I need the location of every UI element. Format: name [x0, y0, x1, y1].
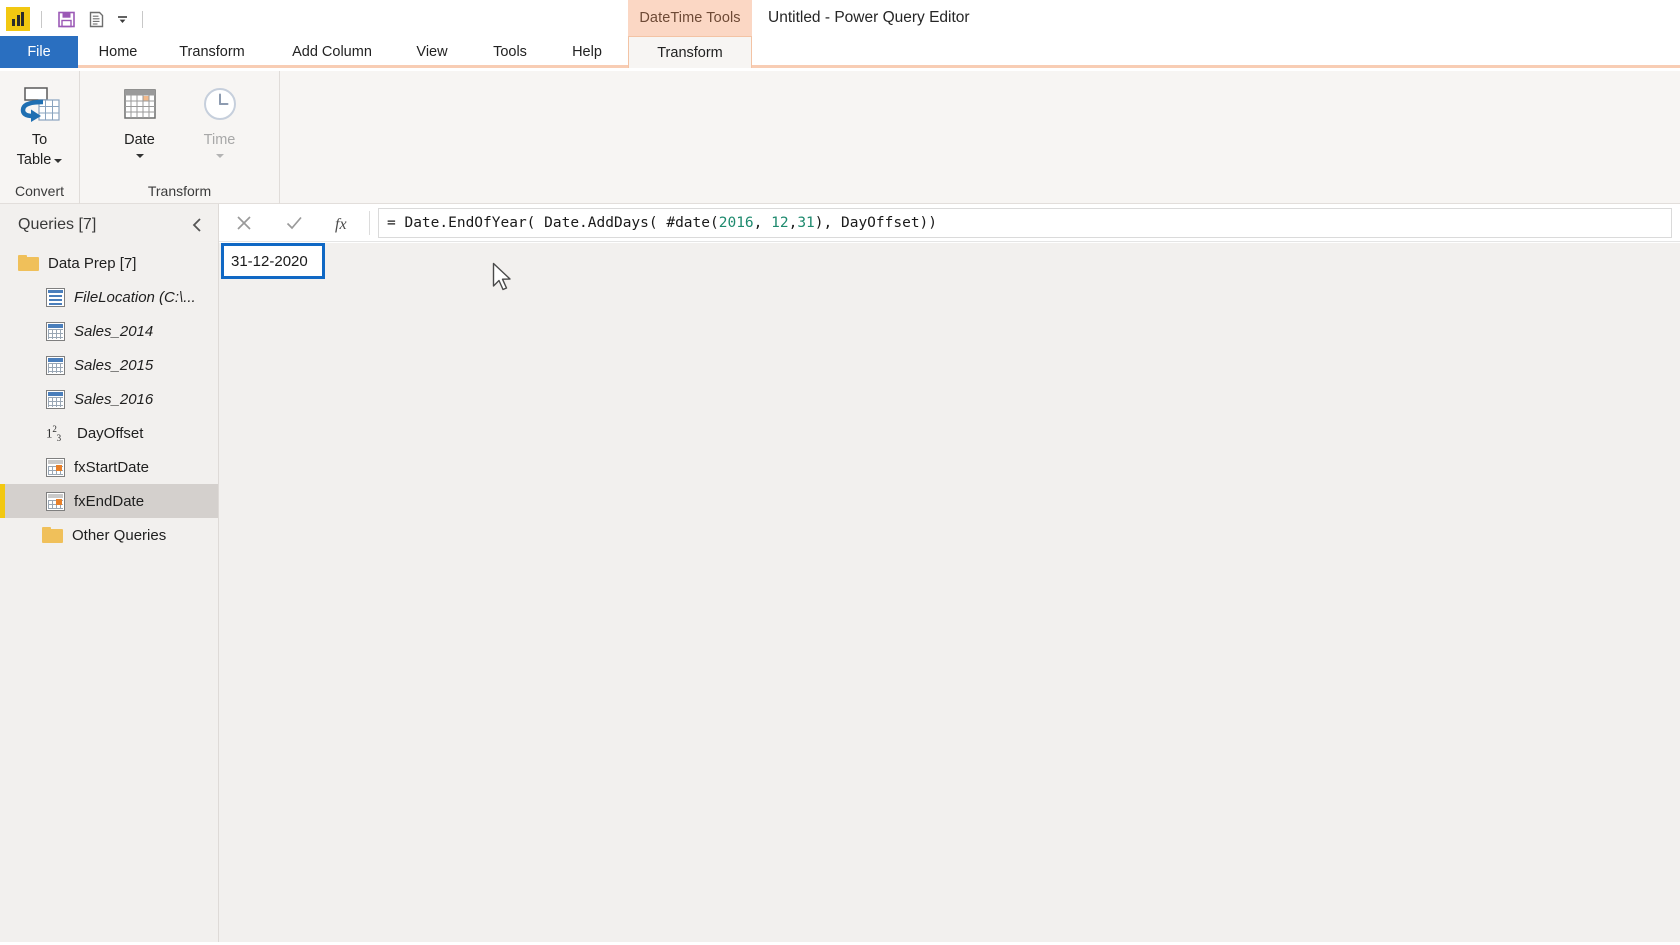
properties-icon[interactable] — [83, 6, 109, 32]
formula-seg-day: 31 — [797, 214, 815, 231]
queries-pane-header: Queries [7] — [0, 204, 218, 246]
ribbon-group-transform: Date Time Transform — [80, 71, 280, 204]
query-item-fxstartdate-label: fxStartDate — [74, 458, 150, 476]
queries-group-data-prep[interactable]: Data Prep [7] — [0, 246, 218, 280]
formula-seg-0: = Date.EndOfYear( Date.AddDays( #date( — [387, 214, 719, 231]
tab-transform[interactable]: Transform — [160, 36, 264, 68]
tab-view[interactable]: View — [400, 36, 464, 68]
tab-file[interactable]: File — [0, 36, 78, 68]
contextual-tab-banner-label: DateTime Tools — [639, 10, 741, 26]
query-item-sales-2015-label: Sales_2015 — [74, 356, 154, 374]
function-icon — [46, 491, 65, 511]
table-icon — [46, 321, 65, 341]
query-item-fxenddate-label: fxEndDate — [74, 492, 145, 510]
mouse-cursor — [492, 262, 514, 299]
folder-icon — [18, 255, 39, 271]
formula-bar: fx = Date.EndOfYear( Date.AddDays( #date… — [219, 204, 1680, 242]
to-table-label-line2-text: Table — [16, 152, 52, 168]
tab-datetime-transform-label: Transform — [657, 44, 723, 61]
svg-text:fx: fx — [335, 216, 347, 233]
date-dropdown[interactable] — [135, 149, 144, 163]
function-icon — [46, 457, 65, 477]
to-table-label-line1: To — [31, 132, 48, 148]
ribbon-group-convert-label: Convert — [14, 183, 65, 199]
query-item-fxenddate[interactable]: fxEndDate — [0, 484, 218, 518]
quick-access-toolbar — [0, 0, 150, 38]
result-value-cell[interactable]: 31-12-2020 — [221, 243, 325, 279]
title-bar: DateTime Tools Untitled - Power Query Ed… — [0, 0, 1680, 38]
query-item-sales-2016[interactable]: Sales_2016 — [0, 382, 218, 416]
tab-view-label: View — [416, 44, 448, 60]
queries-pane: Queries [7] Data Prep [7] FileLocation (… — [0, 204, 219, 945]
toolbar-divider — [41, 10, 42, 28]
query-item-filelocation-label: FileLocation (C:\... — [74, 288, 196, 306]
contextual-tab-banner: DateTime Tools — [628, 0, 752, 36]
query-item-dayoffset[interactable]: 123 DayOffset — [0, 416, 218, 450]
ribbon-group-transform-label: Transform — [147, 183, 212, 199]
folder-icon — [42, 527, 63, 543]
formula-seg-year: 2016 — [718, 214, 754, 231]
result-value-text: 31-12-2020 — [231, 252, 308, 270]
tab-home[interactable]: Home — [84, 36, 152, 68]
tab-add-column[interactable]: Add Column — [276, 36, 388, 68]
tab-tools-label: Tools — [493, 44, 527, 60]
customize-quick-access-toolbar-icon[interactable] — [113, 6, 131, 32]
date-label: Date — [124, 132, 155, 148]
to-table-button[interactable]: To Table — [4, 79, 76, 169]
number-123-icon: 123 — [46, 423, 61, 443]
formula-bar-divider — [369, 210, 370, 235]
queries-group-other-queries-label: Other Queries — [72, 526, 167, 544]
query-item-filelocation[interactable]: FileLocation (C:\... — [0, 280, 218, 314]
formula-seg-month: 12 — [771, 214, 789, 231]
table-icon — [46, 355, 65, 375]
formula-seg-4: , — [788, 214, 798, 231]
ribbon: To Table Convert Date Time Transform — [0, 71, 1680, 204]
tab-file-label: File — [27, 44, 51, 60]
powerbi-logo-icon — [6, 7, 30, 31]
queries-group-other-queries[interactable]: Other Queries — [0, 518, 218, 552]
chevron-down-icon[interactable] — [54, 158, 63, 163]
chevron-down-icon — [135, 154, 144, 158]
query-item-sales-2014[interactable]: Sales_2014 — [0, 314, 218, 348]
tab-tools[interactable]: Tools — [476, 36, 544, 68]
queries-pane-title: Queries [7] — [18, 216, 97, 233]
query-item-sales-2014-label: Sales_2014 — [74, 322, 154, 340]
chevron-left-icon[interactable] — [186, 214, 208, 236]
chevron-down-icon — [215, 154, 224, 158]
formula-seg-2: , — [753, 214, 772, 231]
cancel-x-icon[interactable] — [219, 204, 269, 242]
to-table-label-line2: Table — [17, 152, 63, 169]
time-button[interactable]: Time — [184, 79, 256, 163]
power-query-editor-window: DateTime Tools Untitled - Power Query Ed… — [0, 0, 1680, 945]
query-item-sales-2016-label: Sales_2016 — [74, 390, 154, 408]
save-icon[interactable] — [53, 6, 79, 32]
formula-input[interactable]: = Date.EndOfYear( Date.AddDays( #date(20… — [378, 207, 1672, 238]
tab-help[interactable]: Help — [556, 36, 618, 68]
tab-transform-label: Transform — [179, 44, 245, 60]
list-icon — [46, 287, 65, 307]
to-table-icon — [17, 83, 63, 129]
clock-icon — [198, 83, 242, 129]
table-icon — [46, 389, 65, 409]
tab-add-column-label: Add Column — [292, 44, 372, 60]
tab-home-label: Home — [98, 44, 138, 60]
calendar-icon — [118, 83, 162, 129]
query-item-dayoffset-label: DayOffset — [77, 424, 144, 442]
date-button[interactable]: Date — [104, 79, 176, 163]
ribbon-tab-strip: File Home Transform Add Column View Tool… — [0, 36, 1680, 68]
preview-pane: 31-12-2020 — [219, 243, 1680, 945]
time-dropdown[interactable] — [215, 149, 224, 163]
tab-help-label: Help — [572, 44, 602, 60]
checkmark-icon[interactable] — [269, 204, 319, 242]
formula-seg-6: ), DayOffset)) — [814, 214, 938, 231]
query-item-fxstartdate[interactable]: fxStartDate — [0, 450, 218, 484]
fx-icon[interactable]: fx — [319, 204, 369, 242]
time-label: Time — [203, 132, 236, 148]
toolbar-divider-2 — [142, 10, 143, 28]
window-title: Untitled - Power Query Editor — [768, 9, 970, 26]
ribbon-group-convert: To Table Convert — [0, 71, 80, 204]
query-item-sales-2015[interactable]: Sales_2015 — [0, 348, 218, 382]
queries-group-data-prep-label: Data Prep [7] — [48, 254, 137, 272]
tab-datetime-transform[interactable]: Transform — [628, 36, 752, 68]
